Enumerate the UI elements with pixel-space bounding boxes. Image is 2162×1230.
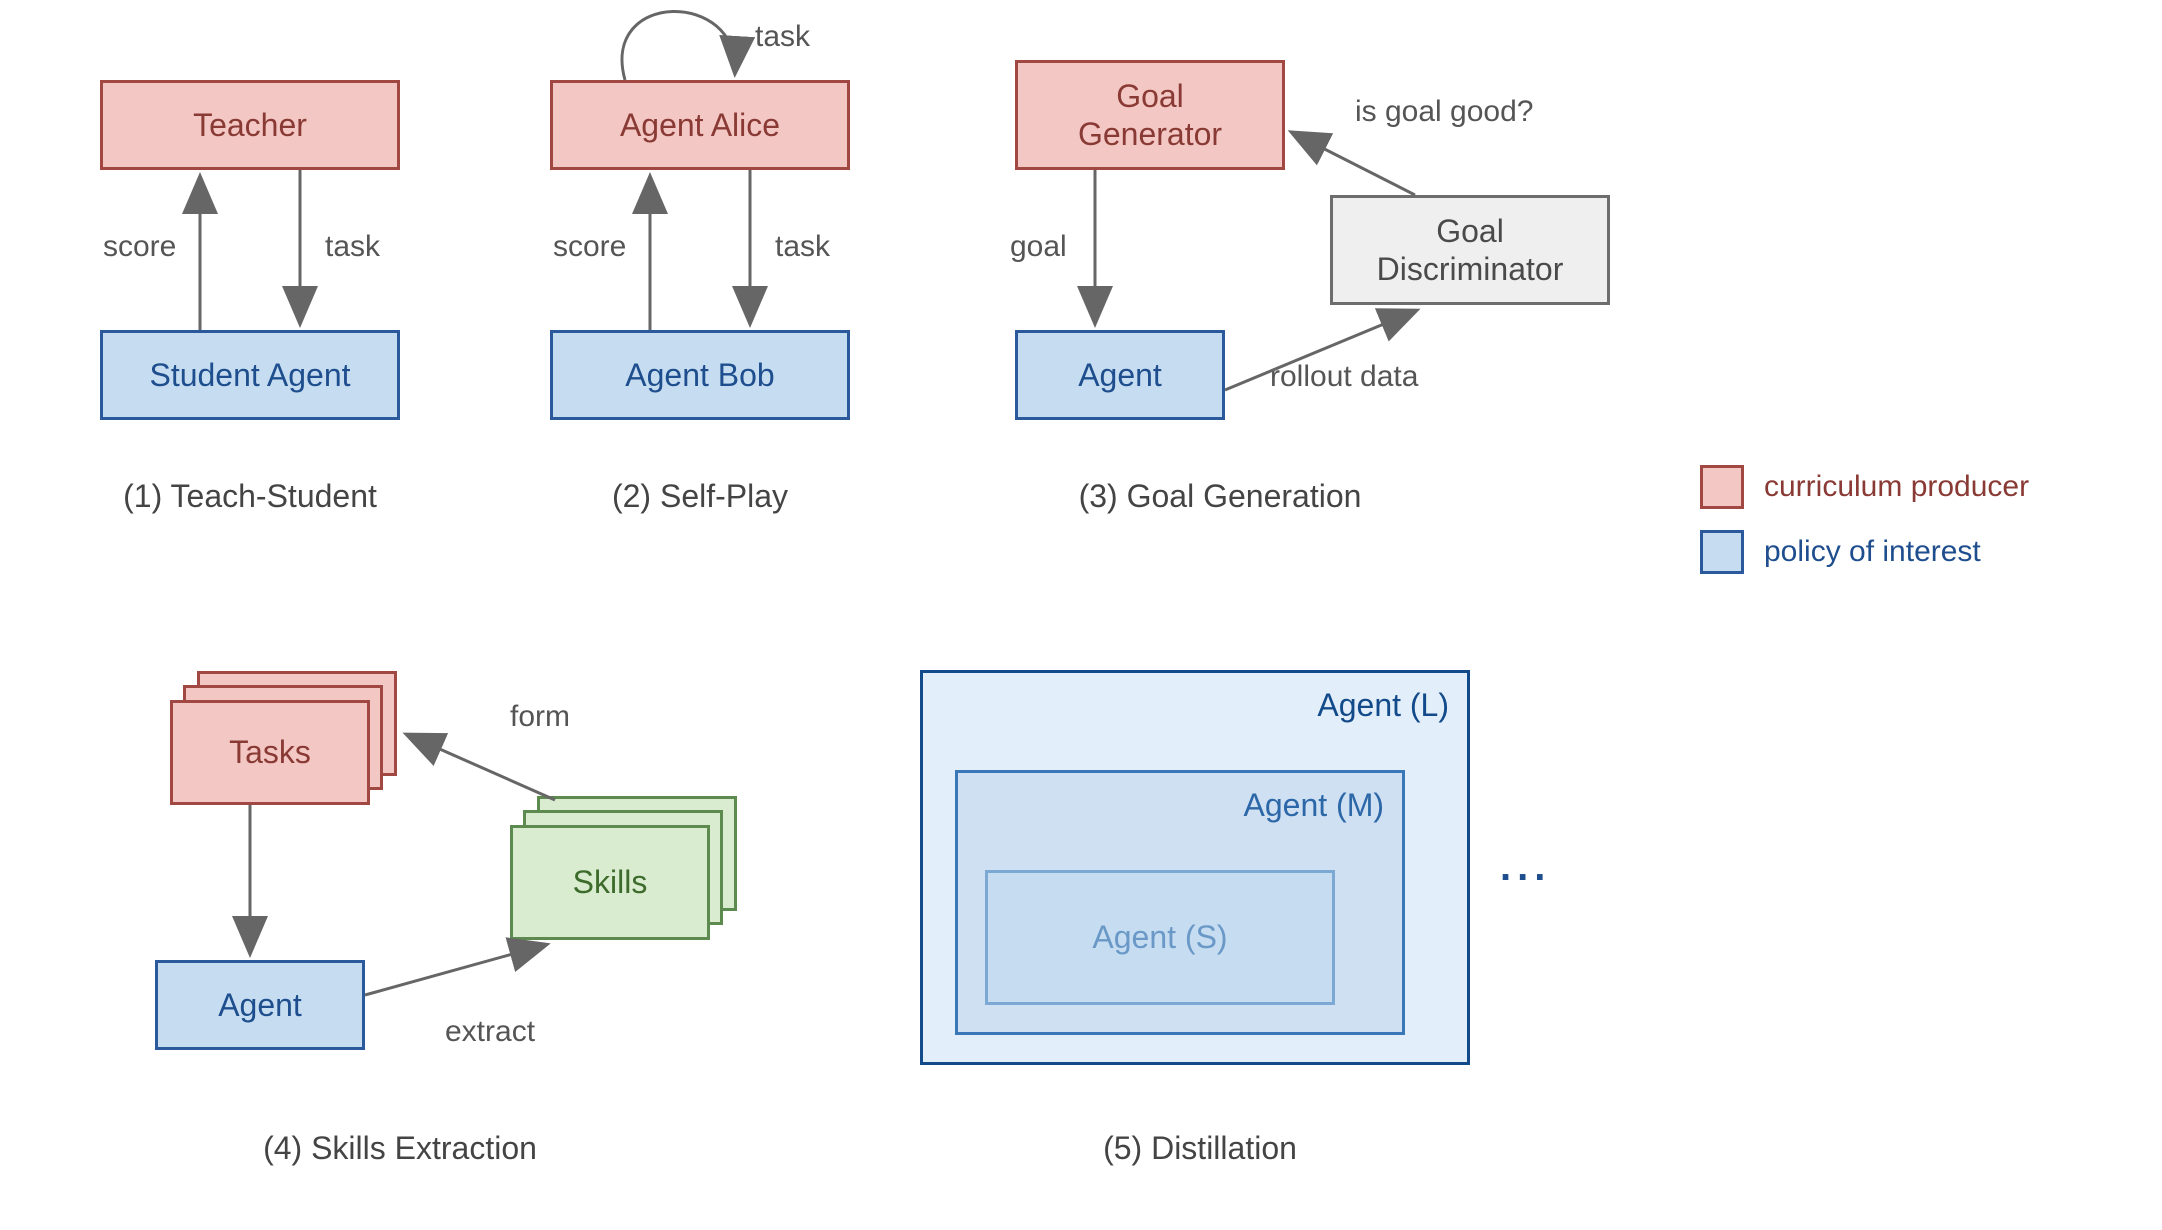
p2-task-label: task [775, 230, 830, 264]
p3-goal-label: goal [1010, 230, 1067, 264]
agentM-label: Agent (M) [1244, 787, 1384, 824]
agentL-label: Agent (L) [1317, 687, 1449, 724]
p2-score-label: score [553, 230, 626, 264]
p1-score-label: score [103, 230, 176, 264]
p2-caption: (2) Self-Play [580, 478, 820, 515]
agent4-label: Agent [218, 986, 302, 1024]
p1-task-label: task [325, 230, 380, 264]
bob-box: Agent Bob [550, 330, 850, 420]
goaldisc-box: Goal Discriminator [1330, 195, 1610, 305]
p4-extract-label: extract [445, 1015, 535, 1049]
skills-label: Skills [573, 863, 648, 901]
alice-box: Agent Alice [550, 80, 850, 170]
p3-isgood-label: is goal good? [1355, 95, 1533, 129]
agent3-box: Agent [1015, 330, 1225, 420]
legend-swatch-red [1700, 465, 1744, 509]
legend-red-text: curriculum producer [1764, 470, 2029, 504]
agentS-label: Agent (S) [1092, 919, 1227, 956]
teacher-label: Teacher [193, 106, 307, 144]
agent3-label: Agent [1078, 356, 1162, 394]
p4-form-label: form [510, 700, 570, 734]
legend-blue-text: policy of interest [1764, 535, 1981, 569]
goaldisc-label: Goal Discriminator [1377, 212, 1564, 289]
agentS-box: Agent (S) [985, 870, 1335, 1005]
teacher-box: Teacher [100, 80, 400, 170]
tasks-label: Tasks [229, 733, 311, 771]
p5-caption: (5) Distillation [1070, 1130, 1330, 1167]
goalgen-box: Goal Generator [1015, 60, 1285, 170]
goalgen-label: Goal Generator [1078, 77, 1222, 154]
legend-swatch-blue [1700, 530, 1744, 574]
student-box: Student Agent [100, 330, 400, 420]
bob-label: Agent Bob [625, 356, 774, 394]
p3-rollout-label: rollout data [1270, 360, 1418, 394]
p3-caption: (3) Goal Generation [1060, 478, 1380, 515]
p4-caption: (4) Skills Extraction [240, 1130, 560, 1167]
student-label: Student Agent [149, 356, 350, 394]
skills-box: Skills [510, 825, 710, 940]
p2-selftask-label: task [755, 20, 810, 54]
tasks-box: Tasks [170, 700, 370, 805]
p1-caption: (1) Teach-Student [110, 478, 390, 515]
agent4-box: Agent [155, 960, 365, 1050]
distill-dots: ... [1500, 845, 1551, 890]
alice-label: Agent Alice [620, 106, 780, 144]
